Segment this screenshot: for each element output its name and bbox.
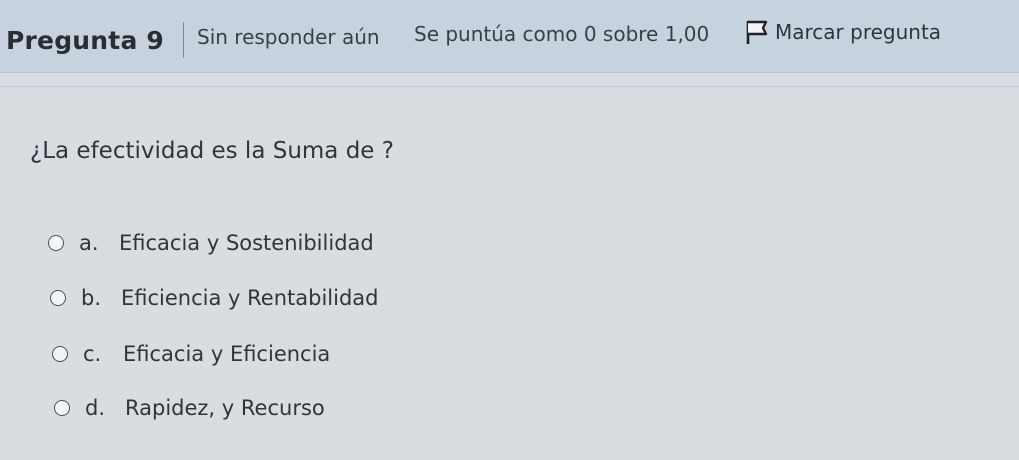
- question-grade: Se puntúa como 0 sobre 1,00: [414, 22, 710, 46]
- radio-button[interactable]: [54, 400, 70, 416]
- answer-letter: b.: [81, 286, 102, 310]
- question-status: Sin responder aún: [197, 25, 380, 49]
- answer-option-d[interactable]: d. Rapidez, y Recurso: [54, 396, 325, 420]
- question-info-bar: Pregunta 9 Sin responder aún Se puntúa c…: [0, 0, 1019, 73]
- radio-button[interactable]: [48, 235, 64, 251]
- flag-question-label: Marcar pregunta: [775, 20, 942, 44]
- header-divider: [183, 22, 184, 58]
- answer-option-c[interactable]: c. Eficacia y Eficiencia: [52, 342, 330, 366]
- answer-option-a[interactable]: a. Eficacia y Sostenibilidad: [48, 231, 374, 255]
- answer-letter: d.: [85, 396, 106, 420]
- answer-text: Eficacia y Sostenibilidad: [119, 231, 374, 255]
- radio-button[interactable]: [52, 346, 68, 362]
- flag-question-button[interactable]: Marcar pregunta: [745, 17, 941, 47]
- answer-letter: c.: [83, 342, 102, 366]
- answer-text: Eficacia y Eficiencia: [123, 342, 331, 366]
- question-text: ¿La efectividad es la Suma de ?: [30, 138, 394, 164]
- question-number: Pregunta 9: [6, 26, 165, 55]
- answer-text: Rapidez, y Recurso: [125, 396, 325, 420]
- content-divider: [0, 86, 1019, 87]
- flag-outline-icon: [746, 20, 768, 44]
- answer-text: Eficiencia y Rentabilidad: [121, 286, 379, 310]
- answer-letter: a.: [79, 231, 99, 255]
- radio-button[interactable]: [50, 290, 66, 306]
- answer-option-b[interactable]: b. Eficiencia y Rentabilidad: [50, 286, 378, 310]
